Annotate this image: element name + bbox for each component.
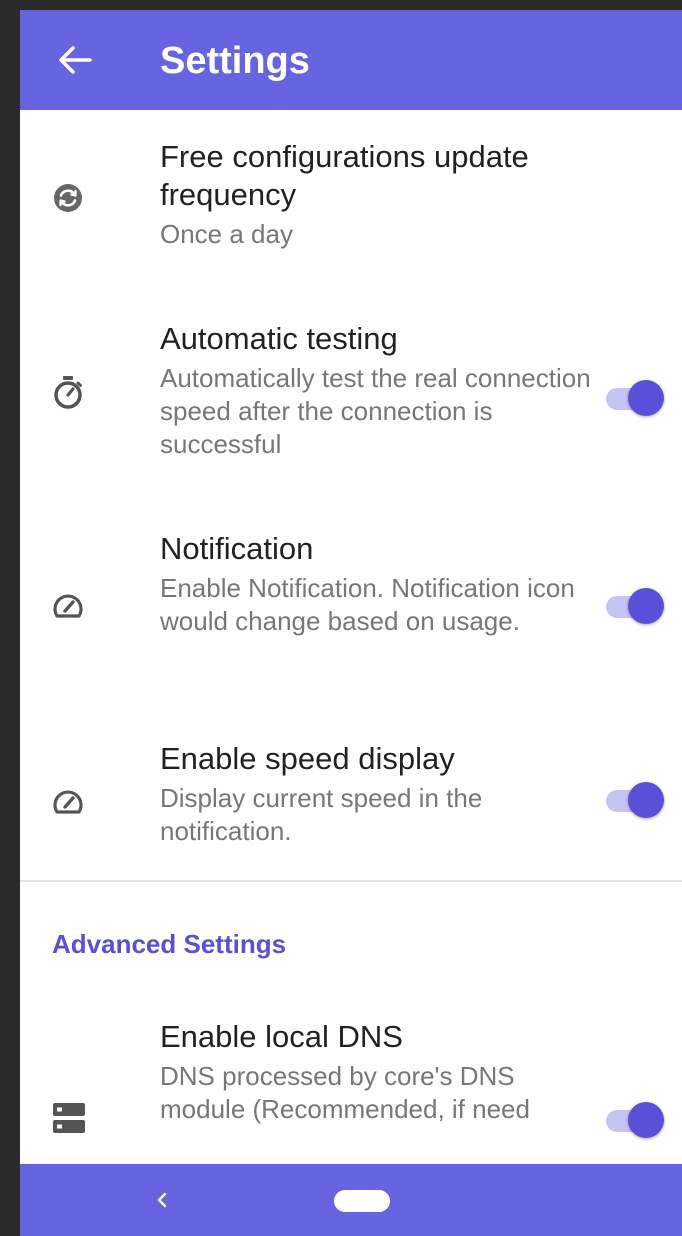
setting-title: Notification xyxy=(160,531,314,566)
setting-update-frequency[interactable]: Free configurations update frequency Onc… xyxy=(20,138,682,288)
section-divider xyxy=(20,880,682,882)
speedometer-icon xyxy=(52,590,84,622)
setting-subtitle: DNS processed by core's DNS module (Reco… xyxy=(160,1061,530,1124)
setting-texts: Enable local DNS DNS processed by core's… xyxy=(160,1018,560,1126)
stopwatch-icon xyxy=(52,376,84,409)
setting-speed-display[interactable]: Enable speed display Display current spe… xyxy=(20,740,682,870)
automatic-testing-toggle[interactable] xyxy=(602,378,664,418)
refresh-icon xyxy=(52,182,84,214)
app-bar: Settings xyxy=(20,10,682,110)
settings-list: Free configurations update frequency Onc… xyxy=(20,110,682,1164)
arrow-left-icon[interactable] xyxy=(56,44,92,76)
setting-subtitle: Automatically test the real connection s… xyxy=(160,363,591,459)
setting-texts: Enable speed display Display current spe… xyxy=(160,740,600,848)
settings-screen: Settings Free configurations update freq… xyxy=(20,10,682,1236)
setting-notification[interactable]: Notification Enable Notification. Notifi… xyxy=(20,530,682,690)
setting-texts: Notification Enable Notification. Notifi… xyxy=(160,530,600,638)
setting-texts: Free configurations update frequency Onc… xyxy=(160,138,600,251)
setting-subtitle: Display current speed in the notificatio… xyxy=(160,783,483,846)
chevron-left-icon[interactable] xyxy=(152,1188,172,1212)
toggle-thumb xyxy=(628,1102,664,1138)
page-title: Settings xyxy=(160,40,310,82)
setting-title: Free configurations update frequency xyxy=(160,139,529,212)
speedometer-icon xyxy=(52,786,84,818)
toggle-thumb xyxy=(628,782,664,818)
home-pill-icon[interactable] xyxy=(334,1190,390,1212)
system-nav-bar xyxy=(20,1164,682,1236)
setting-automatic-testing[interactable]: Automatic testing Automatically test the… xyxy=(20,320,682,480)
setting-local-dns[interactable]: Enable local DNS DNS processed by core's… xyxy=(20,1018,682,1164)
dns-server-icon xyxy=(52,1102,85,1134)
setting-subtitle: Enable Notification. Notification icon w… xyxy=(160,573,575,636)
speed-display-toggle[interactable] xyxy=(602,780,664,820)
setting-title: Enable speed display xyxy=(160,741,455,776)
advanced-settings-header: Advanced Settings xyxy=(52,929,287,959)
setting-title: Automatic testing xyxy=(160,321,398,356)
setting-title: Enable local DNS xyxy=(160,1019,403,1054)
setting-texts: Automatic testing Automatically test the… xyxy=(160,320,600,461)
toggle-thumb xyxy=(628,380,664,416)
notification-toggle[interactable] xyxy=(602,586,664,626)
setting-subtitle: Once a day xyxy=(160,219,293,249)
local-dns-toggle[interactable] xyxy=(602,1100,664,1140)
toggle-thumb xyxy=(628,588,664,624)
